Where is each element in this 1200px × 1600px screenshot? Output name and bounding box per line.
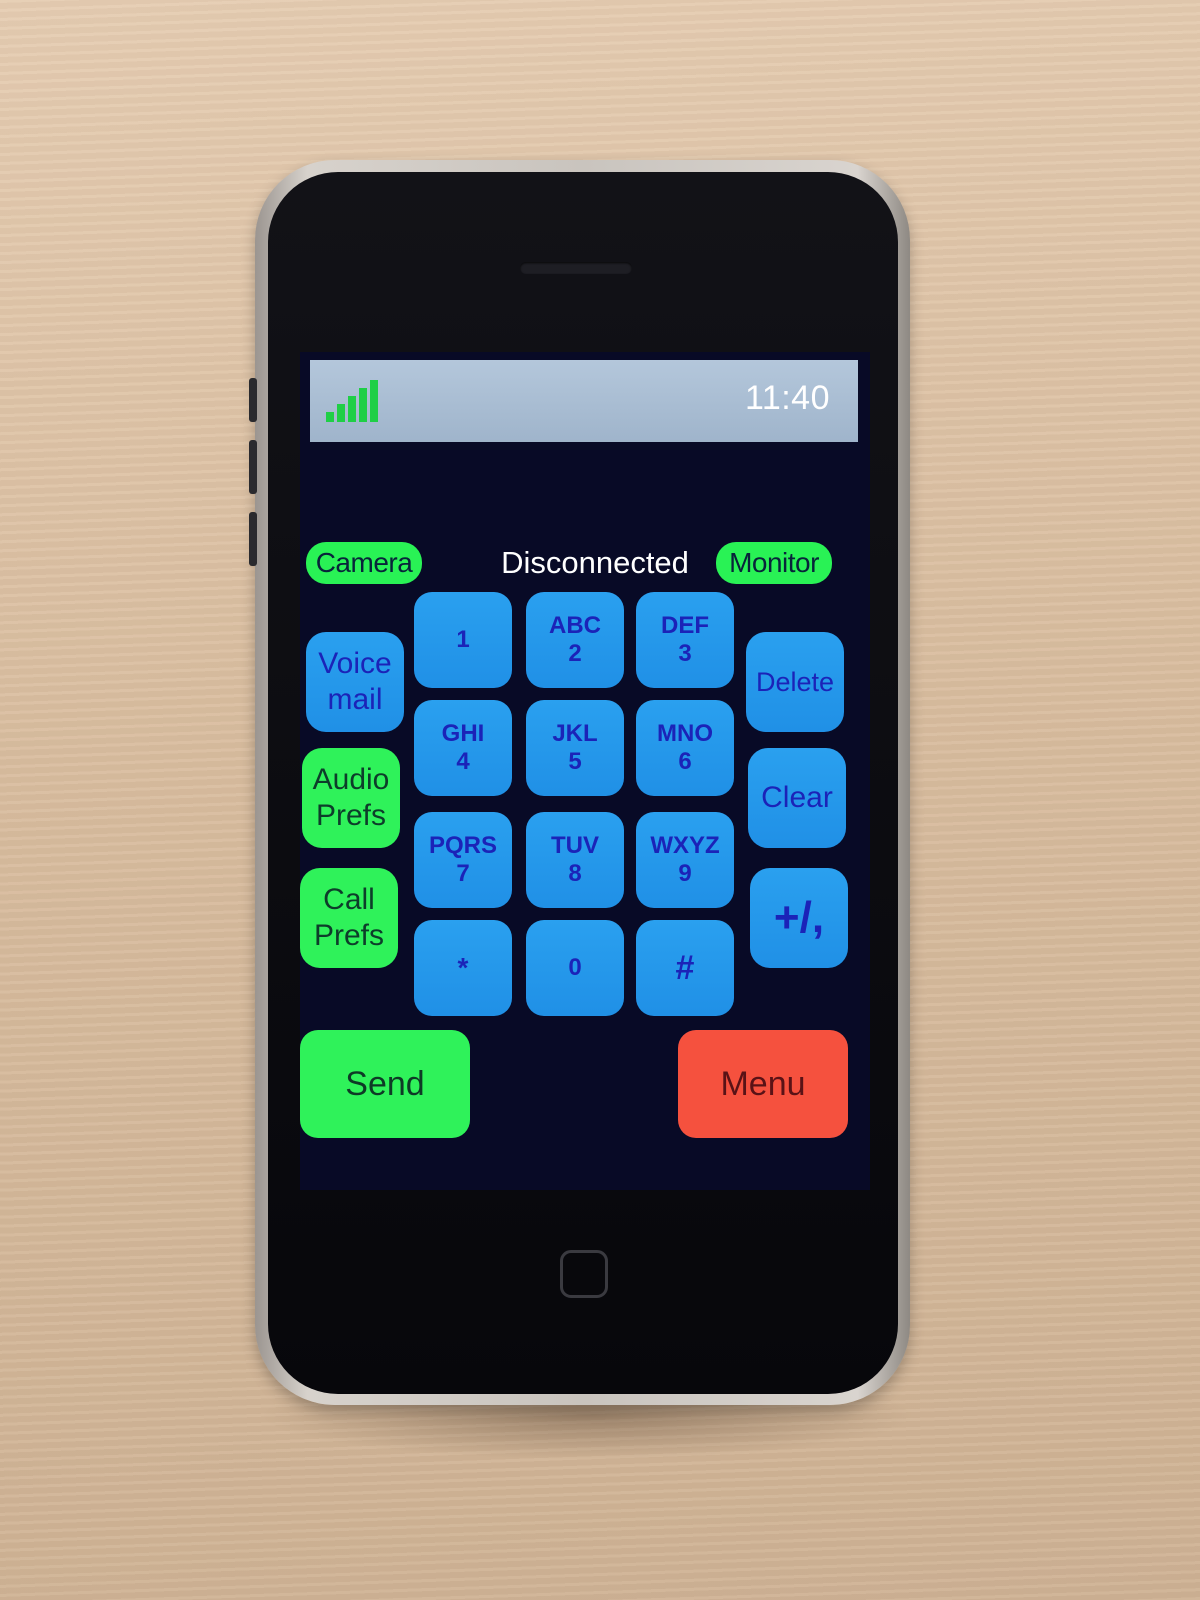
button-label-line: Prefs <box>315 799 387 832</box>
key-letters: MNO <box>657 720 713 747</box>
button-label-line: Audio <box>312 763 390 796</box>
monitor-button[interactable]: Monitor <box>716 542 832 584</box>
key-star[interactable]: * <box>414 920 512 1016</box>
key-letters: PQRS <box>428 832 497 859</box>
key-letters: TUV <box>551 832 599 859</box>
plus-comma-button[interactable]: +/, <box>750 868 848 968</box>
volume-down-button[interactable] <box>249 512 257 566</box>
key-digit: 6 <box>678 748 692 775</box>
key-digit: 4 <box>456 748 470 775</box>
key-letters: JKL <box>552 720 598 747</box>
key-letters: DEF <box>661 612 709 639</box>
key-2[interactable]: ABC 2 <box>526 592 624 688</box>
clear-button[interactable]: Clear <box>748 748 846 848</box>
key-9[interactable]: WXYZ 9 <box>636 812 734 908</box>
connection-status: Disconnected <box>501 545 689 580</box>
delete-label: Delete <box>755 667 835 697</box>
phone-screen: 11:40 Camera Disconnected Monitor 1 ABC … <box>300 352 870 1190</box>
button-label-line: Voice <box>318 647 392 680</box>
key-digit: # <box>675 949 695 987</box>
home-button[interactable] <box>560 1250 608 1298</box>
key-digit: * <box>457 952 469 983</box>
key-8[interactable]: TUV 8 <box>526 812 624 908</box>
signal-strength-icon <box>326 374 390 422</box>
key-1[interactable]: 1 <box>414 592 512 688</box>
status-time: 11:40 <box>744 379 830 417</box>
key-5[interactable]: JKL 5 <box>526 700 624 796</box>
menu-button[interactable]: Menu <box>678 1030 848 1138</box>
status-bar: 11:40 <box>310 360 858 442</box>
send-button[interactable]: Send <box>300 1030 470 1138</box>
mute-switch[interactable] <box>249 378 257 422</box>
key-digit: 8 <box>568 860 582 887</box>
key-4[interactable]: GHI 4 <box>414 700 512 796</box>
key-3[interactable]: DEF 3 <box>636 592 734 688</box>
key-digit: 1 <box>456 626 470 653</box>
key-hash[interactable]: # <box>636 920 734 1016</box>
earpiece-speaker <box>520 262 632 274</box>
key-digit: 2 <box>568 640 582 667</box>
voicemail-button[interactable]: Voice mail <box>306 632 404 732</box>
plus-comma-label: +/, <box>773 893 825 942</box>
button-label-line: mail <box>327 683 383 716</box>
key-digit: 0 <box>568 954 582 981</box>
key-digit: 5 <box>568 748 582 775</box>
clear-label: Clear <box>761 781 833 814</box>
key-letters: GHI <box>441 720 485 747</box>
key-digit: 9 <box>678 860 692 887</box>
audio-prefs-button[interactable]: Audio Prefs <box>302 748 400 848</box>
key-0[interactable]: 0 <box>526 920 624 1016</box>
key-digit: 3 <box>678 640 692 667</box>
key-6[interactable]: MNO 6 <box>636 700 734 796</box>
delete-button[interactable]: Delete <box>746 632 844 732</box>
volume-up-button[interactable] <box>249 440 257 494</box>
button-label-line: Call <box>323 883 375 916</box>
key-letters: WXYZ <box>650 832 720 859</box>
camera-button[interactable]: Camera <box>306 542 422 584</box>
key-digit: 7 <box>456 860 470 887</box>
call-prefs-button[interactable]: Call Prefs <box>300 868 398 968</box>
key-7[interactable]: PQRS 7 <box>414 812 512 908</box>
key-letters: ABC <box>549 612 601 639</box>
button-label-line: Prefs <box>313 919 385 952</box>
